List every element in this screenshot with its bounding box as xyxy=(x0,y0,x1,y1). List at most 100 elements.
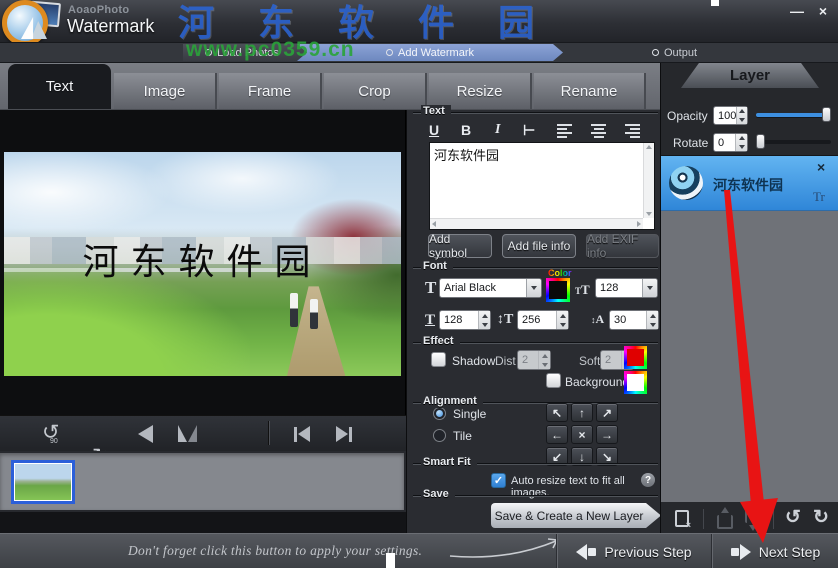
align-right-button[interactable] xyxy=(625,124,640,138)
save-create-layer-button[interactable]: Save & Create a New Layer xyxy=(491,503,661,528)
scroll-left-icon xyxy=(432,221,436,227)
font-group-label: Font xyxy=(421,260,453,273)
vertical-scrollbar[interactable] xyxy=(643,143,654,218)
shadow-color-swatch[interactable] xyxy=(624,346,647,369)
watermark-on-photo[interactable]: 河东软件园 xyxy=(4,233,401,285)
previous-step-button[interactable]: Previous Step xyxy=(558,534,710,568)
delete-layer-button[interactable]: × xyxy=(675,510,689,527)
background-checkbox[interactable] xyxy=(546,373,561,388)
stepper-arrows[interactable] xyxy=(538,351,550,369)
font-width-stepper[interactable]: 128 xyxy=(439,310,491,330)
single-radio[interactable] xyxy=(433,407,446,420)
underline-button[interactable]: U xyxy=(429,122,439,138)
photo-person xyxy=(290,293,298,327)
font-size-select[interactable]: 128 xyxy=(595,278,658,298)
next-step-button[interactable]: Next Step xyxy=(713,534,838,568)
tab-rename[interactable]: Rename xyxy=(534,73,646,109)
align-top-right-button[interactable]: ↗ xyxy=(596,403,618,422)
horizontal-scrollbar[interactable] xyxy=(430,218,643,229)
stepper-arrows[interactable] xyxy=(556,311,568,329)
rotate-slider-track[interactable] xyxy=(756,140,831,144)
scroll-up-icon xyxy=(646,145,652,149)
effect-group-label: Effect xyxy=(421,335,460,348)
stepper-arrows[interactable] xyxy=(646,311,658,329)
align-center-button[interactable] xyxy=(591,124,606,138)
tab-crop[interactable]: Crop xyxy=(324,73,427,109)
toolbar-divider xyxy=(268,421,270,445)
align-left-button[interactable] xyxy=(557,124,572,138)
flip-vertical-button[interactable] xyxy=(178,425,197,442)
tile-radio[interactable] xyxy=(433,429,446,442)
tile-label[interactable]: Tile xyxy=(453,429,472,443)
app-logo-icon xyxy=(2,0,48,46)
help-icon[interactable]: ? xyxy=(641,473,655,487)
next-image-button[interactable] xyxy=(336,426,352,442)
shadow-dist-stepper[interactable]: 2 xyxy=(517,350,551,370)
auto-resize-checkbox[interactable]: ✓ xyxy=(491,473,506,488)
site-watermark-url: www.pc0359.cn xyxy=(186,38,355,62)
move-layer-up-button[interactable] xyxy=(717,515,733,529)
photo-preview-area: 河东软件园 xyxy=(0,110,406,415)
align-top-left-button[interactable]: ↖ xyxy=(546,403,568,422)
thumbnail-selected[interactable] xyxy=(11,460,75,504)
stepper-arrows[interactable] xyxy=(735,134,747,151)
layer-delete-icon[interactable]: × xyxy=(817,159,825,175)
close-button[interactable]: × xyxy=(812,3,834,19)
rotate-slider-handle[interactable] xyxy=(756,134,765,149)
flip-horizontal-icon xyxy=(138,425,153,443)
add-file-info-button[interactable]: Add file info xyxy=(502,234,576,258)
hint-curved-arrow xyxy=(436,534,566,564)
text-settings-panel: Text U B I ⊢ 河东软件园 Add symbol Add file i… xyxy=(406,110,660,533)
font-height-stepper[interactable]: 256 xyxy=(517,310,569,330)
move-layer-down-button[interactable] xyxy=(745,509,761,523)
stepper-arrows[interactable] xyxy=(736,107,747,124)
minimize-button[interactable]: — xyxy=(786,3,808,19)
hint-text: Don't forget click this button to apply … xyxy=(128,543,422,559)
tab-resize[interactable]: Resize xyxy=(429,73,532,109)
shadow-checkbox[interactable] xyxy=(431,352,446,367)
undo-button[interactable]: ↺ xyxy=(785,506,801,529)
tab-frame[interactable]: Frame xyxy=(219,73,322,109)
dist-label: Dist xyxy=(495,354,516,368)
letter-spacing-icon: ↕A xyxy=(591,312,604,327)
redo-button[interactable]: ↻ xyxy=(813,506,829,529)
opacity-slider-track[interactable] xyxy=(756,113,831,117)
save-group-label: Save xyxy=(421,488,455,501)
flip-horizontal-button[interactable] xyxy=(138,425,153,449)
tab-image[interactable]: Image xyxy=(114,73,217,109)
rotate-left-90-button[interactable]: ↺90 xyxy=(42,421,66,445)
previous-image-icon xyxy=(298,426,310,442)
add-symbol-button[interactable]: Add symbol xyxy=(428,234,492,258)
italic-button[interactable]: I xyxy=(495,122,500,138)
watermark-text-input[interactable]: 河东软件园 xyxy=(429,142,655,230)
previous-image-button[interactable] xyxy=(294,426,310,442)
align-top-button[interactable]: ↑ xyxy=(571,403,593,422)
background-label: Background xyxy=(565,375,629,389)
font-color-swatch[interactable] xyxy=(546,278,570,302)
opacity-slider-handle[interactable] xyxy=(822,107,831,122)
tab-stop-button[interactable]: ⊢ xyxy=(523,122,535,139)
layer-item[interactable]: 河东软件园 × Tr xyxy=(661,156,838,211)
bold-button[interactable]: B xyxy=(461,122,471,138)
opacity-label: Opacity xyxy=(667,109,708,123)
preview-photo[interactable]: 河东软件园 xyxy=(4,152,401,376)
single-label[interactable]: Single xyxy=(453,407,486,421)
opacity-stepper[interactable]: 100 xyxy=(713,106,748,125)
stepper-arrows[interactable] xyxy=(478,311,490,329)
add-exif-info-button[interactable]: Add EXIF info xyxy=(586,234,659,258)
align-left-pos-button[interactable]: ← xyxy=(546,425,568,444)
layer-list: 河东软件园 × Tr xyxy=(661,155,838,502)
watermark-text-value: 河东软件园 xyxy=(434,145,499,164)
letter-spacing-stepper[interactable]: 30 xyxy=(609,310,659,330)
layer-visibility-eye-icon[interactable] xyxy=(669,166,703,200)
step-output[interactable]: Output xyxy=(652,44,742,61)
tab-text[interactable]: Text xyxy=(8,64,111,109)
rotate-stepper[interactable]: 0 xyxy=(713,133,748,152)
font-family-select[interactable]: Arial Black xyxy=(439,278,542,298)
align-center-pos-button[interactable]: × xyxy=(571,425,593,444)
soft-label: Soft xyxy=(579,354,600,368)
background-color-swatch[interactable] xyxy=(624,371,647,394)
dropdown-arrow-icon xyxy=(526,279,541,297)
align-right-pos-button[interactable]: → xyxy=(596,425,618,444)
preview-toolbar: ↺90 ↻90 xyxy=(0,415,406,451)
